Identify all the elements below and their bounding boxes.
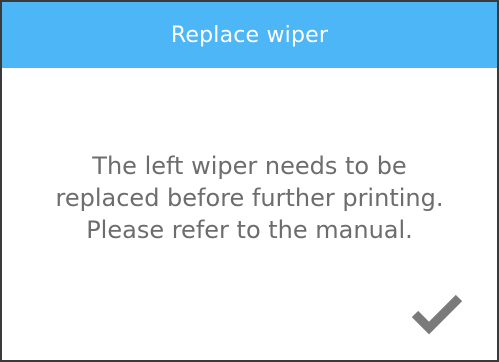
dialog-title: Replace wiper [170, 22, 329, 48]
message-line: Please refer to the manual. [86, 216, 413, 244]
message-line: replaced before further printing. [55, 184, 444, 212]
dialog-header: Replace wiper [2, 2, 497, 68]
confirm-button[interactable] [407, 286, 467, 342]
message-line: The left wiper needs to be [92, 152, 407, 180]
replace-wiper-dialog: Replace wiper The left wiper needs to be… [0, 0, 499, 362]
dialog-message: The left wiper needs to be replaced befo… [2, 150, 497, 246]
checkmark-icon [411, 294, 463, 335]
